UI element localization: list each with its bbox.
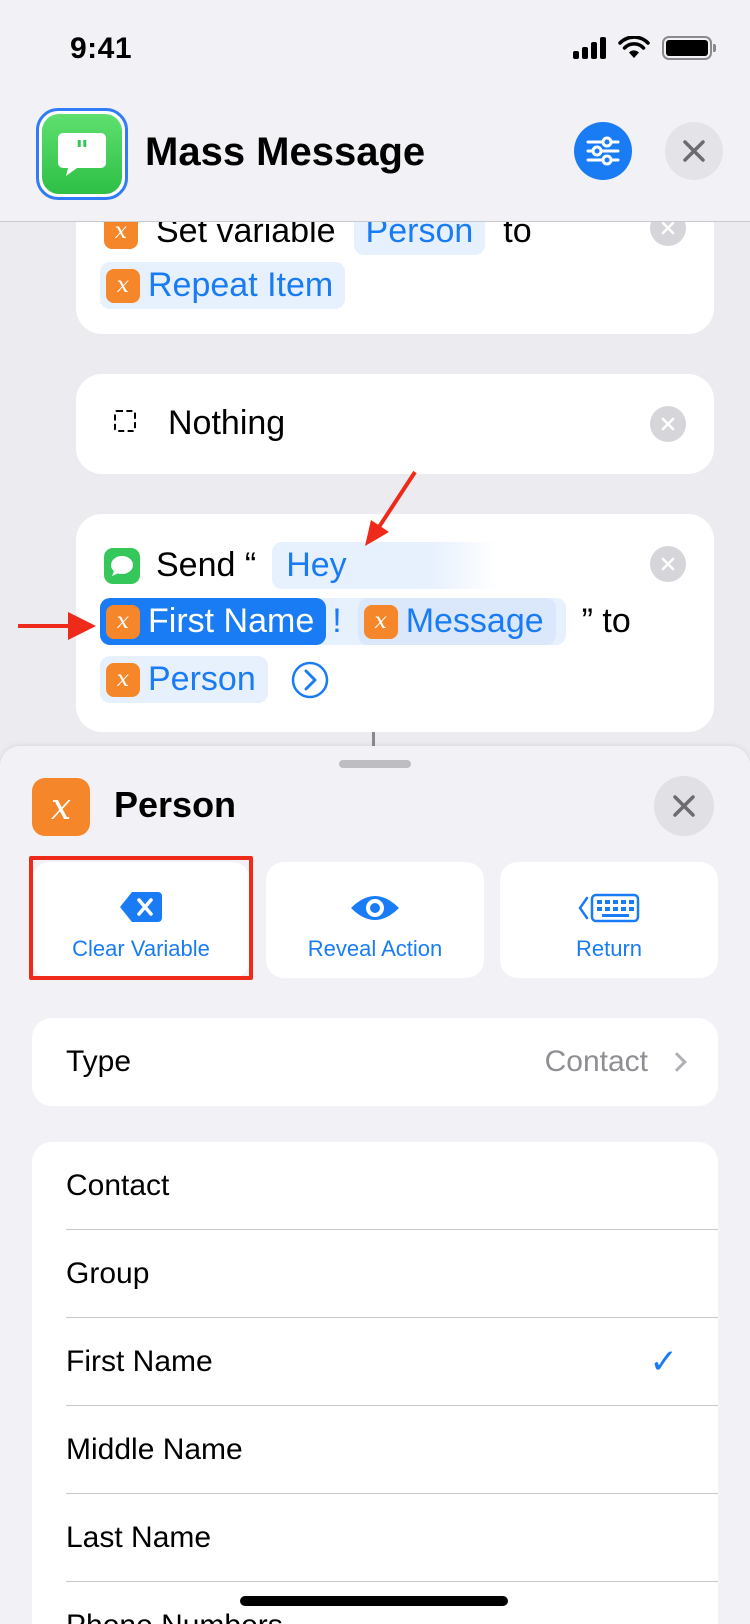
message-text: Message — [405, 602, 544, 640]
hey-text: Hey — [286, 546, 347, 584]
variable-icon: x — [106, 662, 140, 697]
repeat-item-token[interactable]: x Repeat Item — [100, 262, 346, 309]
messages-action-icon — [104, 547, 140, 584]
sliders-icon — [586, 136, 620, 166]
editor-header: " Mass Message — [0, 100, 750, 222]
close-icon — [683, 140, 705, 162]
annotation-highlight-box — [29, 856, 253, 980]
reveal-action-button[interactable]: Reveal Action — [266, 862, 484, 978]
message-text-field-cont[interactable]: x First Name ! x Message — [100, 598, 566, 645]
variable-icon: x — [106, 268, 140, 303]
list-item-label: Contact — [66, 1169, 170, 1202]
wifi-icon — [618, 36, 650, 58]
to-recipient-label: ” to — [581, 602, 631, 640]
send-line-2: x First Name ! x Message ” to — [100, 598, 631, 645]
list-item-group[interactable]: Group — [32, 1230, 718, 1318]
shortcut-title[interactable]: Mass Message — [145, 130, 425, 175]
person-text: Person — [148, 660, 256, 698]
annotation-arrow-right — [18, 612, 96, 640]
message-token[interactable]: x Message — [357, 598, 556, 645]
close-icon — [661, 557, 675, 571]
repeat-item-line: x Repeat Item — [100, 262, 346, 309]
type-row[interactable]: Type Contact — [32, 1018, 718, 1106]
nothing-label: Nothing — [168, 404, 286, 442]
variable-sheet: x Person Clear Variable Reveal Action Re… — [0, 746, 750, 1624]
message-text-field[interactable]: Hey — [272, 542, 497, 589]
list-item-label: Middle Name — [66, 1433, 243, 1466]
status-bar: 9:41 — [0, 0, 750, 100]
eye-icon — [351, 896, 399, 920]
close-icon — [673, 795, 695, 817]
variable-icon: x — [363, 604, 398, 639]
keyboard-return-icon — [578, 893, 640, 923]
return-label: Return — [575, 936, 643, 961]
send-line-1: Send “ Hey — [104, 542, 497, 589]
send-line-3: x Person — [100, 656, 330, 703]
sheet-title: Person — [114, 784, 237, 825]
list-item-label: Group — [66, 1257, 150, 1290]
close-icon — [661, 417, 675, 431]
settings-button[interactable] — [574, 122, 632, 180]
close-icon — [661, 221, 675, 235]
type-value: Contact — [544, 1045, 648, 1078]
send-label: Send “ — [156, 546, 257, 584]
remove-action-button[interactable] — [650, 406, 686, 442]
status-time: 9:41 — [70, 32, 133, 65]
close-editor-button[interactable] — [665, 122, 723, 180]
expand-chevron-icon[interactable] — [290, 660, 330, 700]
close-sheet-button[interactable] — [654, 776, 714, 836]
return-button[interactable]: Return — [500, 862, 718, 978]
cellular-signal-icon — [573, 37, 606, 59]
shortcut-icon-button[interactable]: " — [36, 108, 128, 200]
property-list: Contact Group First Name ✓ Middle Name La… — [32, 1142, 718, 1624]
list-item-middle-name[interactable]: Middle Name — [32, 1406, 718, 1494]
list-item-first-name[interactable]: First Name ✓ — [32, 1318, 718, 1406]
nothing-icon — [114, 410, 136, 432]
type-label: Type — [66, 1045, 132, 1078]
sheet-grabber[interactable] — [339, 760, 411, 768]
repeat-item-text: Repeat Item — [148, 266, 334, 304]
chevron-right-icon — [667, 1052, 687, 1072]
list-item-contact[interactable]: Contact — [32, 1142, 718, 1230]
list-item-label: Last Name — [66, 1521, 212, 1554]
battery-icon — [662, 36, 716, 60]
person-token[interactable]: x Person — [100, 656, 268, 703]
remove-action-button[interactable] — [650, 546, 686, 582]
annotation-arrow-down — [365, 470, 417, 546]
svg-text:": " — [75, 136, 89, 166]
messages-icon: " — [42, 114, 122, 194]
list-item-label: Phone Numbers — [66, 1609, 684, 1624]
home-indicator — [240, 1596, 508, 1606]
variable-icon: x — [106, 604, 140, 639]
reveal-action-label: Reveal Action — [307, 936, 443, 961]
status-icons — [573, 36, 716, 60]
first-name-token[interactable]: x First Name — [100, 598, 327, 645]
first-name-text: First Name — [148, 602, 315, 640]
list-item-last-name[interactable]: Last Name — [32, 1494, 718, 1582]
nothing-action[interactable]: Nothing — [76, 374, 714, 474]
checkmark-icon: ✓ — [649, 1343, 679, 1381]
variable-icon: x — [32, 778, 90, 836]
list-item-label: First Name — [66, 1345, 213, 1378]
exclaim-text: ! — [332, 602, 342, 640]
